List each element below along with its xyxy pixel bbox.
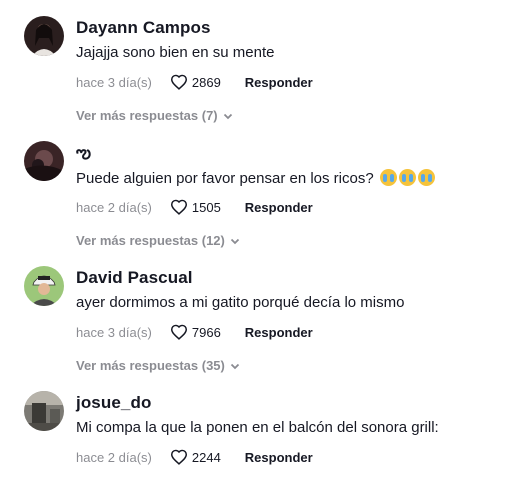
comment-text: Mi compa la que la ponen en el balcón de… (76, 419, 439, 436)
reply-button[interactable]: Responder (245, 75, 313, 90)
heart-icon (170, 324, 187, 340)
comment-meta: hace 2 día(s) 2244 Responder (76, 447, 313, 467)
chevron-down-icon (230, 363, 240, 369)
like-count: 1505 (191, 199, 221, 215)
chevron-down-icon (230, 238, 240, 244)
like-button[interactable]: 7966 (170, 324, 221, 340)
username[interactable]: josue_do (76, 393, 151, 413)
loudly-crying-face-icon (379, 169, 397, 186)
view-more-replies[interactable]: Ver más respuestas (12) (76, 233, 241, 248)
comment-date: hace 2 día(s) (76, 199, 152, 215)
like-button[interactable]: 1505 (170, 199, 221, 215)
avatar[interactable] (24, 391, 64, 431)
loudly-crying-face-icon (398, 169, 416, 186)
comment-text: ayer dormimos a mi gatito porqué decía l… (76, 294, 405, 311)
heart-icon (170, 449, 187, 465)
heart-icon (170, 74, 187, 90)
reply-button[interactable]: Responder (245, 450, 313, 465)
like-button[interactable]: 2244 (170, 449, 221, 465)
avatar[interactable] (24, 141, 64, 181)
avatar[interactable] (24, 266, 64, 306)
chevron-down-icon (223, 113, 232, 119)
comment-text: Jajajja sono bien en su mente (76, 44, 275, 61)
like-count: 2244 (191, 449, 221, 465)
reply-button[interactable]: Responder (245, 200, 313, 215)
comment-text-content: Puede alguien por favor pensar en los ri… (76, 170, 374, 187)
view-more-replies[interactable]: Ver más respuestas (35) (76, 358, 241, 373)
username[interactable]: ఌ (76, 143, 91, 167)
view-more-label: Ver más respuestas (35) (76, 358, 225, 373)
view-more-replies[interactable]: Ver más respuestas (7) (76, 108, 234, 123)
comment-meta: hace 2 día(s) 1505 Responder (76, 197, 313, 217)
comment-text: Puede alguien por favor pensar en los ri… (76, 169, 435, 187)
comment-date: hace 3 día(s) (76, 74, 152, 90)
comment-date: hace 3 día(s) (76, 324, 152, 340)
like-button[interactable]: 2869 (170, 74, 221, 90)
reply-button[interactable]: Responder (245, 325, 313, 340)
comment-meta: hace 3 día(s) 7966 Responder (76, 322, 313, 342)
view-more-label: Ver más respuestas (7) (76, 108, 218, 123)
like-count: 7966 (191, 324, 221, 340)
view-more-label: Ver más respuestas (12) (76, 233, 225, 248)
loudly-crying-face-icon (417, 169, 435, 186)
avatar[interactable] (24, 16, 64, 56)
like-count: 2869 (191, 74, 221, 90)
username[interactable]: Dayann Campos (76, 18, 211, 38)
comment-meta: hace 3 día(s) 2869 Responder (76, 72, 313, 92)
comment-date: hace 2 día(s) (76, 449, 152, 465)
heart-icon (170, 199, 187, 215)
username[interactable]: David Pascual (76, 268, 193, 288)
